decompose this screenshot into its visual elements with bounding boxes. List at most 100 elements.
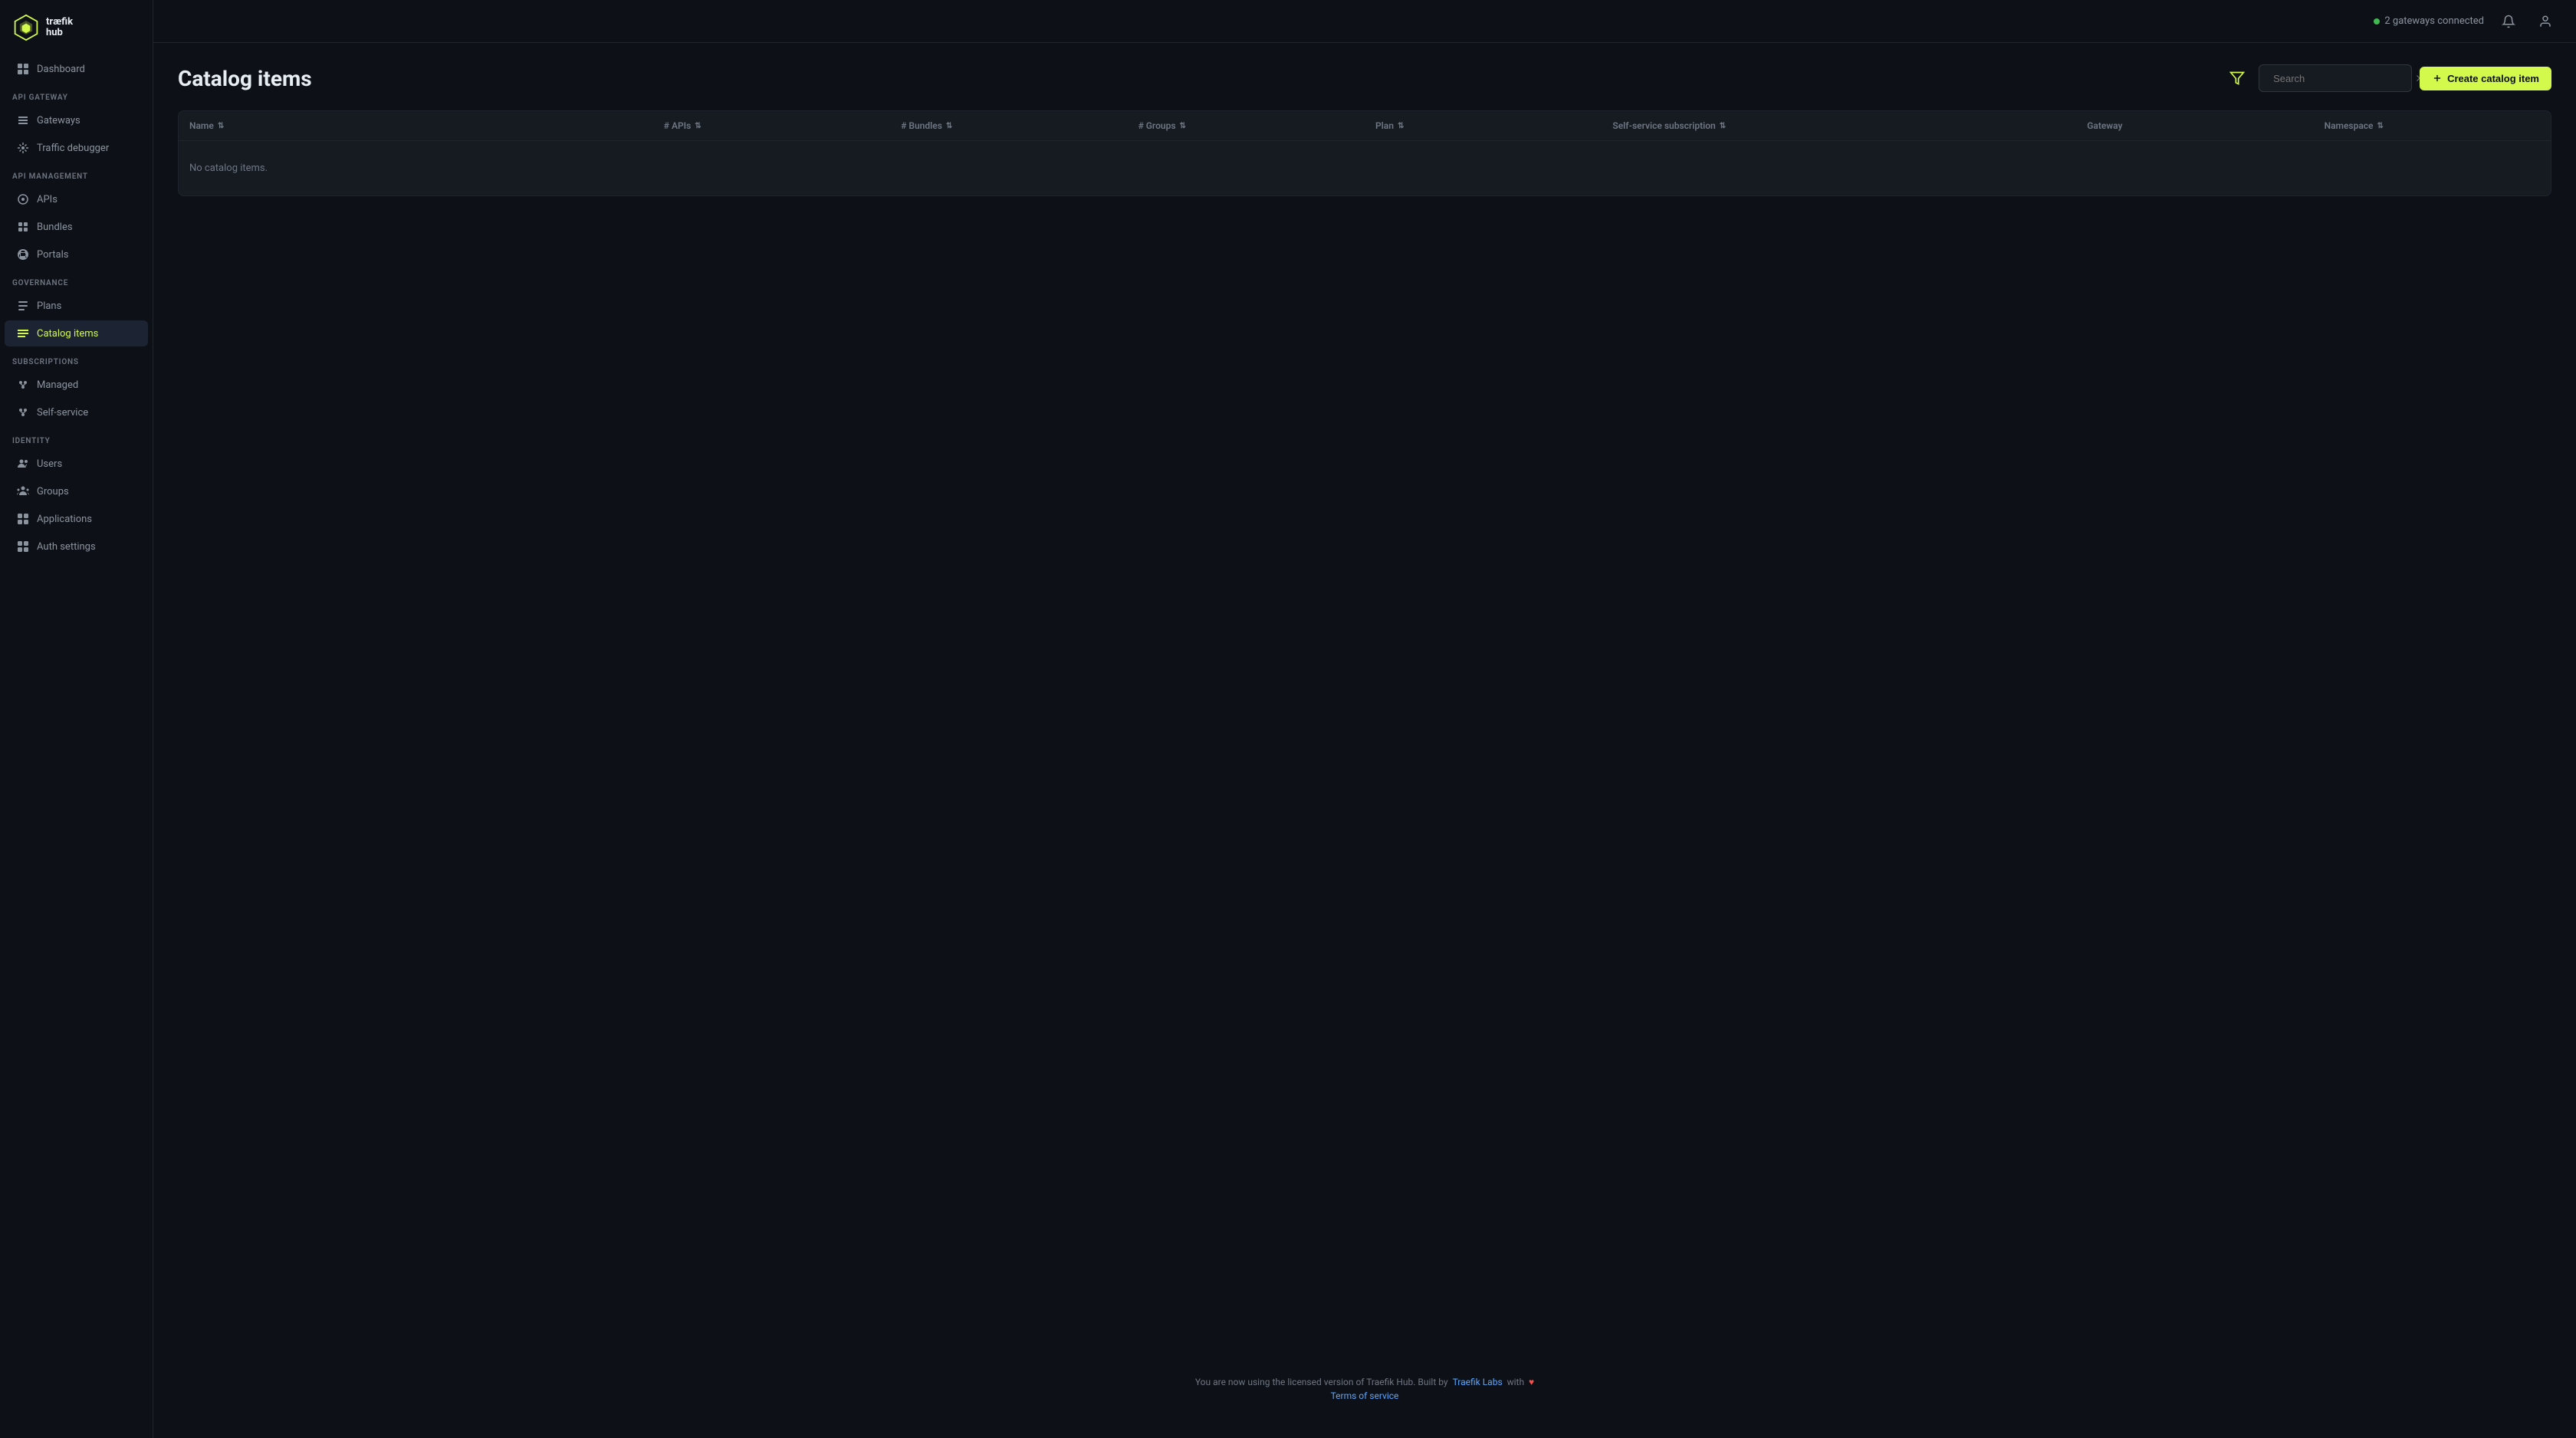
apis-icon — [17, 193, 29, 205]
col-namespace-sort-icon: ⇅ — [2377, 122, 2384, 130]
table-header: Name ⇅ # APIs ⇅ # Bundles ⇅ # Groups ⇅ P… — [179, 111, 2551, 141]
sidebar-item-bundles-label: Bundles — [37, 222, 73, 233]
col-gateway-label: Gateway — [2087, 120, 2122, 131]
identity-section-label: IDENTITY — [0, 426, 153, 450]
user-menu-button[interactable] — [2533, 9, 2558, 34]
footer-links: Terms of service — [193, 1390, 2536, 1401]
create-button-label: Create catalog item — [2447, 73, 2539, 84]
dashboard-icon — [17, 63, 29, 75]
logo-text: træfik hub — [46, 17, 73, 39]
groups-icon — [17, 485, 29, 497]
applications-icon — [17, 513, 29, 525]
sidebar-item-applications[interactable]: Applications — [5, 506, 148, 532]
users-icon — [17, 458, 29, 470]
managed-icon — [17, 379, 29, 391]
sidebar-item-gateways-label: Gateways — [37, 115, 80, 126]
col-gateway: Gateway — [2076, 111, 2313, 140]
logo-icon — [12, 14, 40, 41]
gateways-icon — [17, 114, 29, 126]
footer: You are now using the licensed version o… — [178, 1361, 2551, 1417]
col-self-service[interactable]: Self-service subscription ⇅ — [1602, 111, 2076, 140]
footer-text-before: You are now using the licensed version o… — [1195, 1377, 1448, 1387]
sidebar-item-groups[interactable]: Groups — [5, 478, 148, 504]
footer-text-after: with — [1507, 1377, 1524, 1387]
content-area: Catalog items — [153, 43, 2576, 1438]
logo: træfik hub — [0, 0, 153, 55]
plus-icon — [2432, 73, 2443, 84]
col-name-label: Name — [189, 120, 214, 131]
header-actions: Create catalog item — [2223, 64, 2551, 92]
col-namespace[interactable]: Namespace ⇅ — [2314, 111, 2551, 140]
empty-state: No catalog items. — [179, 141, 2551, 195]
col-bundles[interactable]: # Bundles ⇅ — [890, 111, 1127, 140]
user-icon — [2538, 15, 2552, 28]
sidebar-item-self-service[interactable]: Self-service — [5, 399, 148, 425]
sidebar-item-dashboard[interactable]: Dashboard — [5, 56, 148, 82]
col-bundles-sort-icon: ⇅ — [946, 122, 952, 130]
sidebar-item-applications-label: Applications — [37, 514, 92, 525]
col-plan-sort-icon: ⇅ — [1398, 122, 1404, 130]
filter-button[interactable] — [2223, 64, 2251, 92]
page-title: Catalog items — [178, 66, 312, 91]
catalog-items-table: Name ⇅ # APIs ⇅ # Bundles ⇅ # Groups ⇅ P… — [178, 110, 2551, 196]
traffic-icon — [17, 142, 29, 154]
col-name[interactable]: Name ⇅ — [179, 111, 653, 140]
sidebar-item-users[interactable]: Users — [5, 451, 148, 477]
gateway-status: 2 gateways connected — [2374, 15, 2484, 27]
col-apis[interactable]: # APIs ⇅ — [653, 111, 890, 140]
header-bar: 2 gateways connected — [153, 0, 2576, 43]
col-apis-sort-icon: ⇅ — [695, 122, 701, 130]
sidebar-item-dashboard-label: Dashboard — [37, 64, 85, 75]
col-plan[interactable]: Plan ⇅ — [1365, 111, 1602, 140]
status-dot — [2374, 18, 2380, 25]
sidebar-item-traffic-label: Traffic debugger — [37, 143, 109, 154]
col-groups-sort-icon: ⇅ — [1180, 122, 1186, 130]
create-catalog-item-button[interactable]: Create catalog item — [2420, 67, 2551, 90]
auth-icon — [17, 540, 29, 553]
sidebar-item-catalog-label: Catalog items — [37, 328, 98, 340]
notifications-button[interactable] — [2496, 9, 2521, 34]
sidebar-item-apis[interactable]: APIs — [5, 186, 148, 212]
bundles-icon — [17, 221, 29, 233]
sidebar-item-plans-label: Plans — [37, 300, 61, 312]
search-input[interactable] — [2273, 73, 2408, 84]
sidebar-item-traffic-debugger[interactable]: Traffic debugger — [5, 135, 148, 161]
sidebar-item-auth-label: Auth settings — [37, 541, 96, 553]
subscriptions-section-label: SUBSCRIPTIONS — [0, 347, 153, 371]
page-header: Catalog items — [178, 64, 2551, 92]
sidebar-item-apis-label: APIs — [37, 194, 58, 205]
col-plan-label: Plan — [1375, 120, 1394, 131]
sidebar-item-gateways[interactable]: Gateways — [5, 107, 148, 133]
portals-icon — [17, 248, 29, 261]
col-namespace-label: Namespace — [2325, 120, 2374, 131]
sidebar-item-bundles[interactable]: Bundles — [5, 214, 148, 240]
col-name-sort-icon: ⇅ — [218, 122, 224, 130]
col-apis-label: # APIs — [664, 120, 691, 131]
bell-icon — [2502, 15, 2515, 28]
main-content: 2 gateways connected Catalog items — [153, 0, 2576, 1438]
catalog-icon — [17, 327, 29, 340]
governance-section-label: GOVERNANCE — [0, 268, 153, 292]
traefik-labs-link[interactable]: Traefik Labs — [1453, 1377, 1503, 1387]
col-groups[interactable]: # Groups ⇅ — [1128, 111, 1365, 140]
sidebar-item-portals[interactable]: Portals — [5, 241, 148, 268]
gateway-status-label: 2 gateways connected — [2384, 15, 2484, 27]
plans-icon — [17, 300, 29, 312]
search-box[interactable] — [2259, 64, 2412, 92]
sidebar-item-users-label: Users — [37, 458, 62, 470]
sidebar-item-managed[interactable]: Managed — [5, 372, 148, 398]
col-bundles-label: # Bundles — [901, 120, 942, 131]
footer-text: You are now using the licensed version o… — [193, 1377, 2536, 1387]
sidebar-item-auth-settings[interactable]: Auth settings — [5, 534, 148, 560]
sidebar: træfik hub Dashboard API GATEWAY Gateway… — [0, 0, 153, 1438]
sidebar-item-plans[interactable]: Plans — [5, 293, 148, 319]
sidebar-item-managed-label: Managed — [37, 379, 78, 391]
api-gateway-section-label: API GATEWAY — [0, 83, 153, 107]
api-management-section-label: API MANAGEMENT — [0, 162, 153, 185]
terms-of-service-link[interactable]: Terms of service — [1331, 1390, 1399, 1401]
filter-icon — [2229, 71, 2245, 86]
sidebar-item-catalog-items[interactable]: Catalog items — [5, 320, 148, 346]
sidebar-item-groups-label: Groups — [37, 486, 69, 497]
sidebar-item-portals-label: Portals — [37, 249, 68, 261]
col-self-service-sort-icon: ⇅ — [1720, 122, 1726, 130]
